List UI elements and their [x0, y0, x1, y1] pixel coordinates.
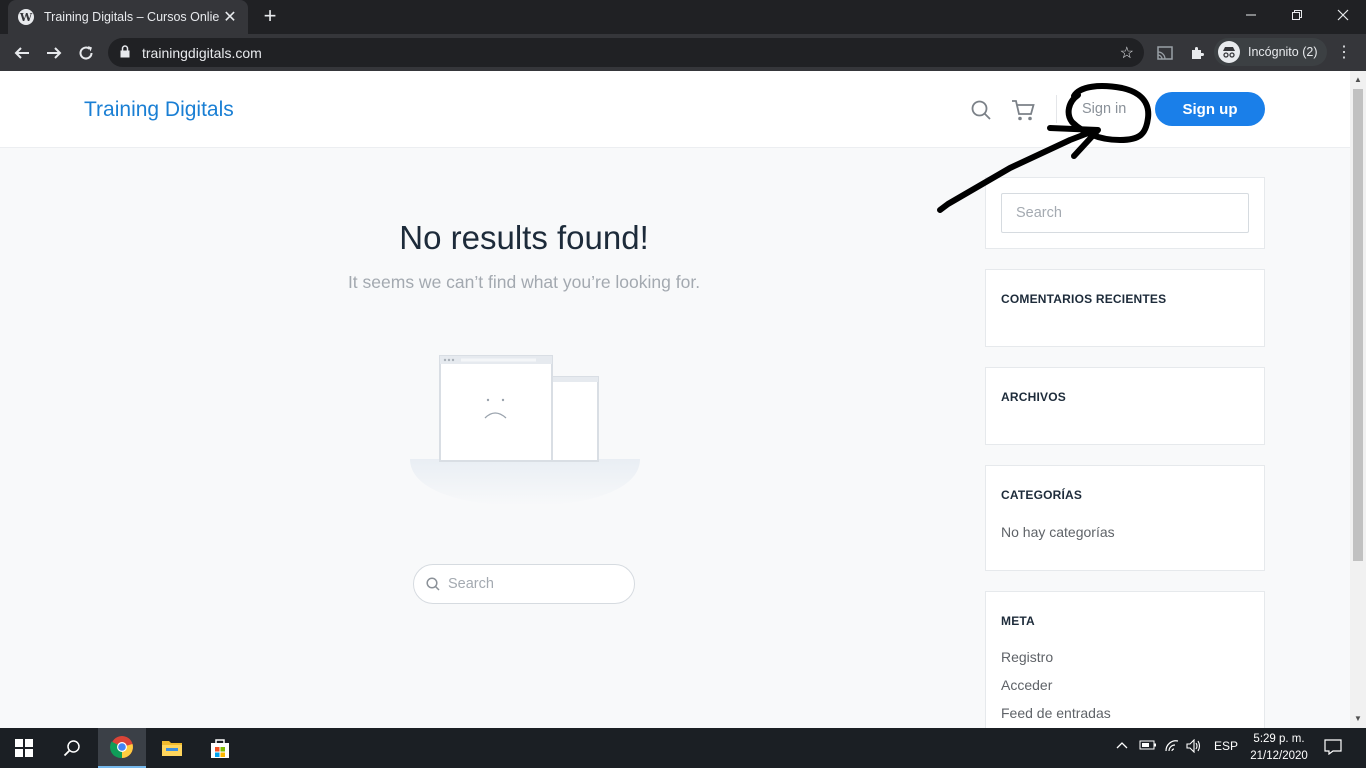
file-explorer-taskbar-icon[interactable] [148, 728, 196, 768]
site-header: Training Digitals Sign in Sign up [0, 71, 1350, 148]
main-search-input[interactable] [448, 576, 618, 592]
cast-icon[interactable] [1154, 42, 1176, 64]
header-divider [1056, 95, 1057, 123]
notifications-icon[interactable] [1324, 739, 1342, 758]
page-title: No results found! [399, 219, 649, 256]
incognito-profile-button[interactable]: Incógnito (2) [1214, 38, 1328, 66]
page-scrollbar[interactable]: ▲ ▼ [1350, 71, 1366, 728]
chrome-taskbar-icon[interactable] [98, 728, 146, 768]
widget-title: ARCHIVOS [1001, 390, 1066, 404]
scrollbar-thumb[interactable] [1353, 89, 1363, 561]
meta-link-acceder[interactable]: Acceder [1001, 677, 1052, 693]
widget-title: COMENTARIOS RECIENTES [1001, 292, 1167, 306]
categories-empty-text: No hay categorías [1001, 524, 1115, 540]
lock-icon [120, 44, 134, 61]
close-window-icon[interactable] [1320, 0, 1366, 30]
sidebar-search-input[interactable] [1016, 205, 1186, 221]
close-tab-icon[interactable]: ✕ [222, 7, 238, 27]
restore-window-icon[interactable] [1274, 0, 1320, 30]
minimize-window-icon[interactable] [1228, 0, 1274, 30]
widget-title: META [1001, 614, 1035, 628]
url-text: trainingdigitals.com [142, 44, 262, 61]
profile-label: Incógnito (2) [1248, 45, 1318, 59]
incognito-icon [1218, 41, 1240, 63]
search-icon[interactable] [970, 99, 992, 121]
wifi-icon[interactable] [1164, 739, 1180, 756]
windows-logo-icon [15, 739, 33, 757]
forward-icon[interactable] [41, 40, 67, 66]
web-page: Training Digitals Sign in Sign up No res… [0, 71, 1350, 728]
sign-up-button[interactable]: Sign up [1155, 92, 1265, 126]
meta-link-registro[interactable]: Registro [1001, 649, 1053, 665]
recent-comments-widget: COMENTARIOS RECIENTES [985, 269, 1265, 347]
bookmark-star-icon[interactable]: ☆ [1120, 43, 1134, 63]
show-hidden-icons-icon[interactable] [1116, 739, 1128, 753]
back-icon[interactable] [9, 40, 35, 66]
archives-widget: ARCHIVOS [985, 367, 1265, 445]
battery-icon[interactable] [1139, 739, 1157, 754]
input-language-indicator[interactable]: ESP [1214, 739, 1238, 753]
widget-title: CATEGORÍAS [1001, 488, 1083, 502]
tab-strip: W Training Digitals – Cursos Onlie ✕ + [0, 0, 1366, 34]
volume-icon[interactable] [1186, 738, 1202, 756]
categories-widget: CATEGORÍAS No hay categorías [985, 465, 1265, 571]
no-results-illustration [405, 351, 645, 511]
extensions-icon[interactable] [1186, 42, 1208, 64]
store-taskbar-icon[interactable] [196, 728, 244, 768]
meta-widget: META Registro Acceder Feed de entradas [985, 591, 1265, 728]
meta-link-feed[interactable]: Feed de entradas [1001, 705, 1111, 721]
reload-icon[interactable] [73, 40, 99, 66]
browser-toolbar: trainingdigitals.com ☆ Incógnito (2) ⋮ [0, 34, 1366, 71]
taskbar-search-icon[interactable] [48, 728, 96, 768]
address-bar[interactable]: trainingdigitals.com ☆ [108, 38, 1144, 67]
search-icon [426, 577, 440, 591]
windows-taskbar: ESP 5:29 p. m. 21/12/2020 [0, 728, 1366, 768]
tab-title: Training Digitals – Cursos Onlie [44, 10, 220, 24]
start-button[interactable] [0, 728, 48, 768]
page-subtitle: It seems we can’t find what you’re looki… [347, 272, 701, 292]
sign-in-link[interactable]: Sign in [1082, 101, 1126, 117]
wordpress-favicon-icon: W [18, 9, 34, 25]
clock-date: 21/12/2020 [1250, 750, 1308, 762]
site-logo[interactable]: Training Digitals [84, 98, 234, 122]
taskbar-clock[interactable]: 5:29 p. m. 21/12/2020 [1240, 731, 1318, 765]
scroll-up-arrow-icon[interactable]: ▲ [1354, 75, 1362, 84]
menu-icon[interactable]: ⋮ [1336, 42, 1352, 62]
browser-tab[interactable]: W Training Digitals – Cursos Onlie ✕ [8, 0, 248, 34]
cart-icon[interactable] [1010, 97, 1036, 123]
main-search-field[interactable] [413, 564, 635, 604]
new-tab-button[interactable]: + [258, 5, 282, 29]
clock-time: 5:29 p. m. [1253, 733, 1305, 745]
search-widget [985, 177, 1265, 249]
scroll-down-arrow-icon[interactable]: ▼ [1354, 714, 1362, 723]
sidebar-search-field[interactable] [1001, 193, 1249, 233]
